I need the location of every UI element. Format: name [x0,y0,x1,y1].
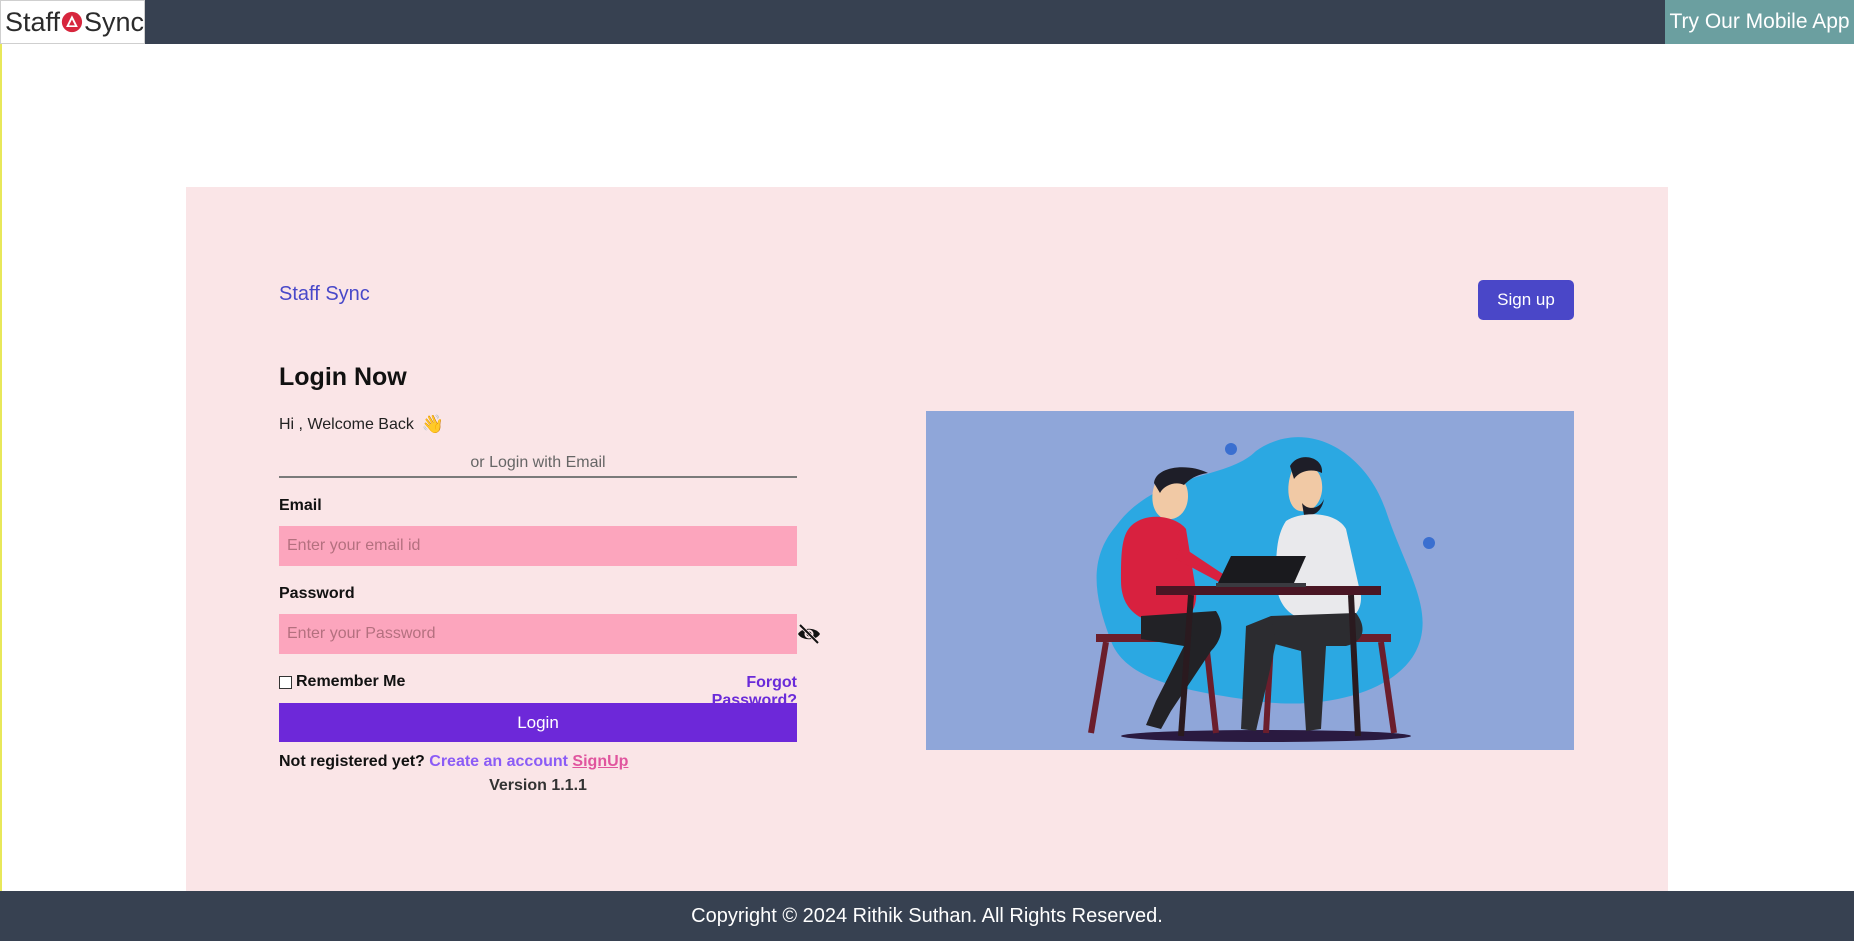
footer: Copyright © 2024 Rithik Suthan. All Righ… [0,891,1854,941]
triangle-logo-icon [61,11,83,33]
signup-link[interactable]: SignUp [572,753,628,770]
password-label: Password [279,585,355,602]
email-input[interactable] [279,526,797,566]
register-prompt: Not registered yet? Create an account Si… [279,753,628,771]
top-nav-bar: Staff Sync Try Our Mobile App [0,0,1854,44]
signup-button[interactable]: Sign up [1478,280,1574,320]
brand-title[interactable]: Staff Sync [279,283,370,306]
two-people-at-table-illustration [1088,437,1435,742]
remember-me[interactable]: Remember Me [279,673,405,691]
remember-me-checkbox[interactable] [279,675,292,689]
welcome-message: Hi , Welcome Back 👋 [279,414,444,435]
email-label: Email [279,497,322,514]
not-registered-text: Not registered yet? [279,753,430,770]
left-edge-line [0,44,2,891]
eye-slash-icon[interactable] [797,624,821,644]
logo-text-left: Staff [5,6,61,37]
waving-hand-icon: 👋 [421,414,445,434]
welcome-text: Hi , Welcome Back [279,415,414,433]
remember-me-label[interactable]: Remember Me [296,673,405,691]
meeting-illustration [926,411,1574,750]
or-login-divider: or Login with Email [279,454,797,478]
password-input[interactable] [279,614,797,654]
logo-text-right: Sync [83,6,144,37]
try-mobile-app-button[interactable]: Try Our Mobile App [1665,0,1854,44]
app-logo[interactable]: Staff Sync [0,0,145,44]
version-text: Version 1.1.1 [489,777,587,794]
create-account-link[interactable]: Create an account [429,753,572,770]
login-button[interactable]: Login [279,703,797,742]
copyright-text: Copyright © 2024 Rithik Suthan. All Righ… [691,904,1163,927]
login-heading: Login Now [279,363,407,391]
